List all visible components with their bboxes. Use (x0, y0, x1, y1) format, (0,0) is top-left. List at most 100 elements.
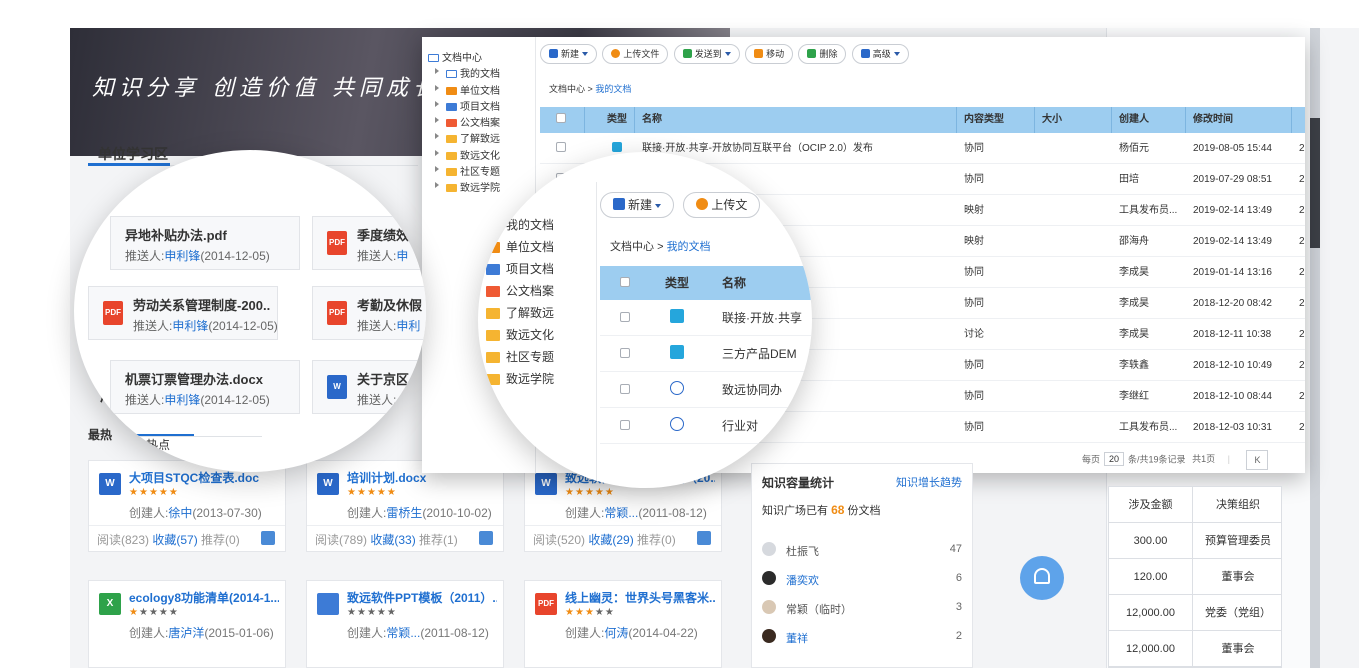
tree-item[interactable]: 了解致远 (422, 130, 535, 146)
save-icon[interactable] (261, 531, 275, 545)
select-all-checkbox[interactable] (556, 107, 570, 133)
sender-name[interactable]: 申 (396, 249, 408, 263)
per-page-select[interactable]: 20 (1104, 452, 1125, 467)
knowledge-card[interactable]: PDF 线上幽灵：世界头号黑客米... ★★★★★ 创建人:何涛(2014-04-22… (524, 580, 722, 668)
pushed-doc-title[interactable]: 考勤及休假 (357, 295, 422, 314)
pushed-doc-title[interactable]: 异地补贴办法.pdf (125, 225, 227, 244)
tree-item[interactable]: 我的文档 (422, 65, 535, 81)
checkbox[interactable] (556, 142, 566, 152)
favorite-count[interactable]: 收藏(33) (370, 533, 415, 547)
knowledge-card[interactable]: Xecology8功能清单(2014-1... ★★★★★ 创建人:唐泸洋(2015… (88, 580, 286, 668)
caret-right-icon[interactable] (435, 68, 439, 75)
caret-right-icon[interactable] (435, 117, 439, 124)
sender-name[interactable]: 申利锋 (172, 319, 208, 333)
creator-name[interactable]: 雷桥生 (386, 506, 422, 520)
caret-right-icon[interactable] (435, 100, 439, 107)
table-row[interactable]: 联接·开放·共享 (600, 300, 812, 336)
column-header-name[interactable]: 名称 (722, 266, 746, 300)
breadcrumb-root[interactable]: 文档中心 (610, 241, 654, 253)
notification-button[interactable] (1020, 556, 1064, 600)
favorite-count[interactable]: 收藏(57) (152, 533, 197, 547)
tree-item[interactable]: 致远文化 (482, 326, 594, 348)
caret-right-icon[interactable] (435, 133, 439, 140)
upload-button[interactable]: 上传文 (683, 192, 761, 218)
table-row[interactable]: 致远协同办 (600, 372, 812, 408)
advanced-button[interactable]: 高级 (851, 44, 909, 64)
sender-name[interactable]: 申利锋 (164, 393, 200, 407)
checkbox[interactable] (620, 348, 630, 358)
pushed-doc-card[interactable]: PDF 考勤及休假 推送人:申利 (312, 286, 426, 340)
growth-trend-link[interactable]: 知识增长趋势 (896, 474, 962, 490)
contributor-name[interactable]: 潘奕欢 (786, 572, 819, 588)
sender-name[interactable]: 申利 (396, 319, 420, 333)
upload-button[interactable]: 上传文件 (602, 44, 669, 64)
tree-item[interactable]: 我的文档 (482, 216, 594, 238)
caret-right-icon[interactable] (435, 149, 439, 156)
delete-button[interactable]: 删除 (798, 44, 847, 64)
tree-item[interactable]: 文档中心 (422, 49, 535, 65)
creator-name[interactable]: 徐中 (168, 506, 192, 520)
favorite-count[interactable]: 收藏(29) (588, 533, 633, 547)
table-row[interactable]: 三方产品DEM (600, 336, 812, 372)
tree-item[interactable]: 了解致远 (482, 304, 594, 326)
send-to-button[interactable]: 发送到 (673, 44, 740, 64)
card-title[interactable]: 致远软件PPT模板（2011）... (347, 589, 497, 606)
pushed-doc-card[interactable]: W 关于京区 推送人: (312, 360, 426, 414)
tab-hotspot[interactable]: 热点 (146, 436, 170, 453)
new-button[interactable]: 新建 (600, 192, 675, 218)
pushed-doc-title[interactable]: 关于京区 (357, 369, 409, 388)
tree-item[interactable]: 社区专题 (422, 163, 535, 179)
ranking-row[interactable]: 董祥 2 (762, 627, 962, 649)
checkbox[interactable] (620, 312, 630, 322)
knowledge-card[interactable]: W 大项目STQC检查表.doc ★★★★★ 创建人:徐中(2013-07-30) 阅读… (88, 460, 286, 552)
tree-item[interactable]: 致远学院 (482, 370, 594, 392)
card-title[interactable]: ecology8功能清单(2014-1... (129, 589, 279, 606)
caret-right-icon[interactable] (435, 166, 439, 173)
pushed-doc-card[interactable]: PDF 季度绩效 推送人:申 (312, 216, 426, 270)
table-row[interactable]: 120.00 董事会 (1109, 559, 1281, 595)
save-icon[interactable] (479, 531, 493, 545)
sender-name[interactable]: 申利锋 (164, 249, 200, 263)
ranking-row[interactable]: 常颖（临时） 3 (762, 598, 962, 620)
creator-name[interactable]: 何涛 (604, 626, 628, 640)
contributor-name[interactable]: 董祥 (786, 630, 808, 646)
contributor-name[interactable]: 常颖（临时） (786, 601, 852, 617)
unit-study-zone-title[interactable]: 单位学习区 (98, 144, 168, 164)
first-page-button[interactable]: K (1246, 450, 1269, 470)
column-header-modified[interactable]: 修改时间 (1193, 107, 1293, 133)
document-name[interactable]: 三方产品DEM (722, 336, 797, 372)
caret-right-icon[interactable] (435, 84, 439, 91)
table-row[interactable]: 行业对 (600, 408, 812, 444)
select-all-checkbox[interactable] (620, 277, 630, 287)
creator-name[interactable]: 常颖... (604, 506, 638, 520)
knowledge-card[interactable]: W 培训计划.docx ★★★★★ 创建人:雷桥生(2010-10-02) 阅读(789… (306, 460, 504, 552)
caret-right-icon[interactable] (435, 182, 439, 189)
pushed-doc-title[interactable]: 劳动关系管理制度-200.. (133, 295, 270, 314)
save-icon[interactable] (697, 531, 711, 545)
breadcrumb-current[interactable]: 我的文档 (667, 241, 711, 253)
column-header-creator[interactable]: 创建人 (1119, 107, 1189, 133)
table-row[interactable]: 12,000.00 董事会 (1109, 631, 1281, 667)
recommend-count[interactable]: 推荐(1) (419, 533, 458, 547)
document-name[interactable]: 行业对 (722, 408, 758, 444)
tree-item[interactable]: 致远文化 (422, 147, 535, 163)
checkbox[interactable] (620, 420, 630, 430)
move-button[interactable]: 移动 (745, 44, 794, 64)
column-header-name[interactable]: 名称 (642, 107, 954, 133)
recommend-count[interactable]: 推荐(0) (637, 533, 676, 547)
row-checkbox-cell[interactable] (556, 133, 570, 164)
knowledge-card[interactable]: 致远软件PPT模板（2011）... ★★★★★ 创建人:常颖...(2011-08… (306, 580, 504, 668)
tree-item[interactable]: 单位文档 (422, 82, 535, 98)
document-name[interactable]: 致远协同办 (722, 372, 782, 408)
pushed-doc-title[interactable]: 季度绩效 (357, 225, 409, 244)
column-header-type[interactable]: 类型 (602, 107, 632, 133)
tree-item[interactable]: 社区专题 (482, 348, 594, 370)
table-row[interactable]: 12,000.00 党委（党组） (1109, 595, 1281, 631)
ranking-row[interactable]: 杜振飞 47 (762, 540, 962, 562)
recommend-count[interactable]: 推荐(0) (201, 533, 240, 547)
pushed-doc-card[interactable]: PDF 劳动关系管理制度-200.. 推送人:申利锋(2014-12-05) (88, 286, 278, 340)
new-button[interactable]: 新建 (540, 44, 598, 64)
pushed-doc-title[interactable]: 机票订票管理办法.docx (125, 369, 263, 388)
column-header-size[interactable]: 大小 (1042, 107, 1112, 133)
table-row[interactable]: 300.00 预算管理委员 (1109, 523, 1281, 559)
